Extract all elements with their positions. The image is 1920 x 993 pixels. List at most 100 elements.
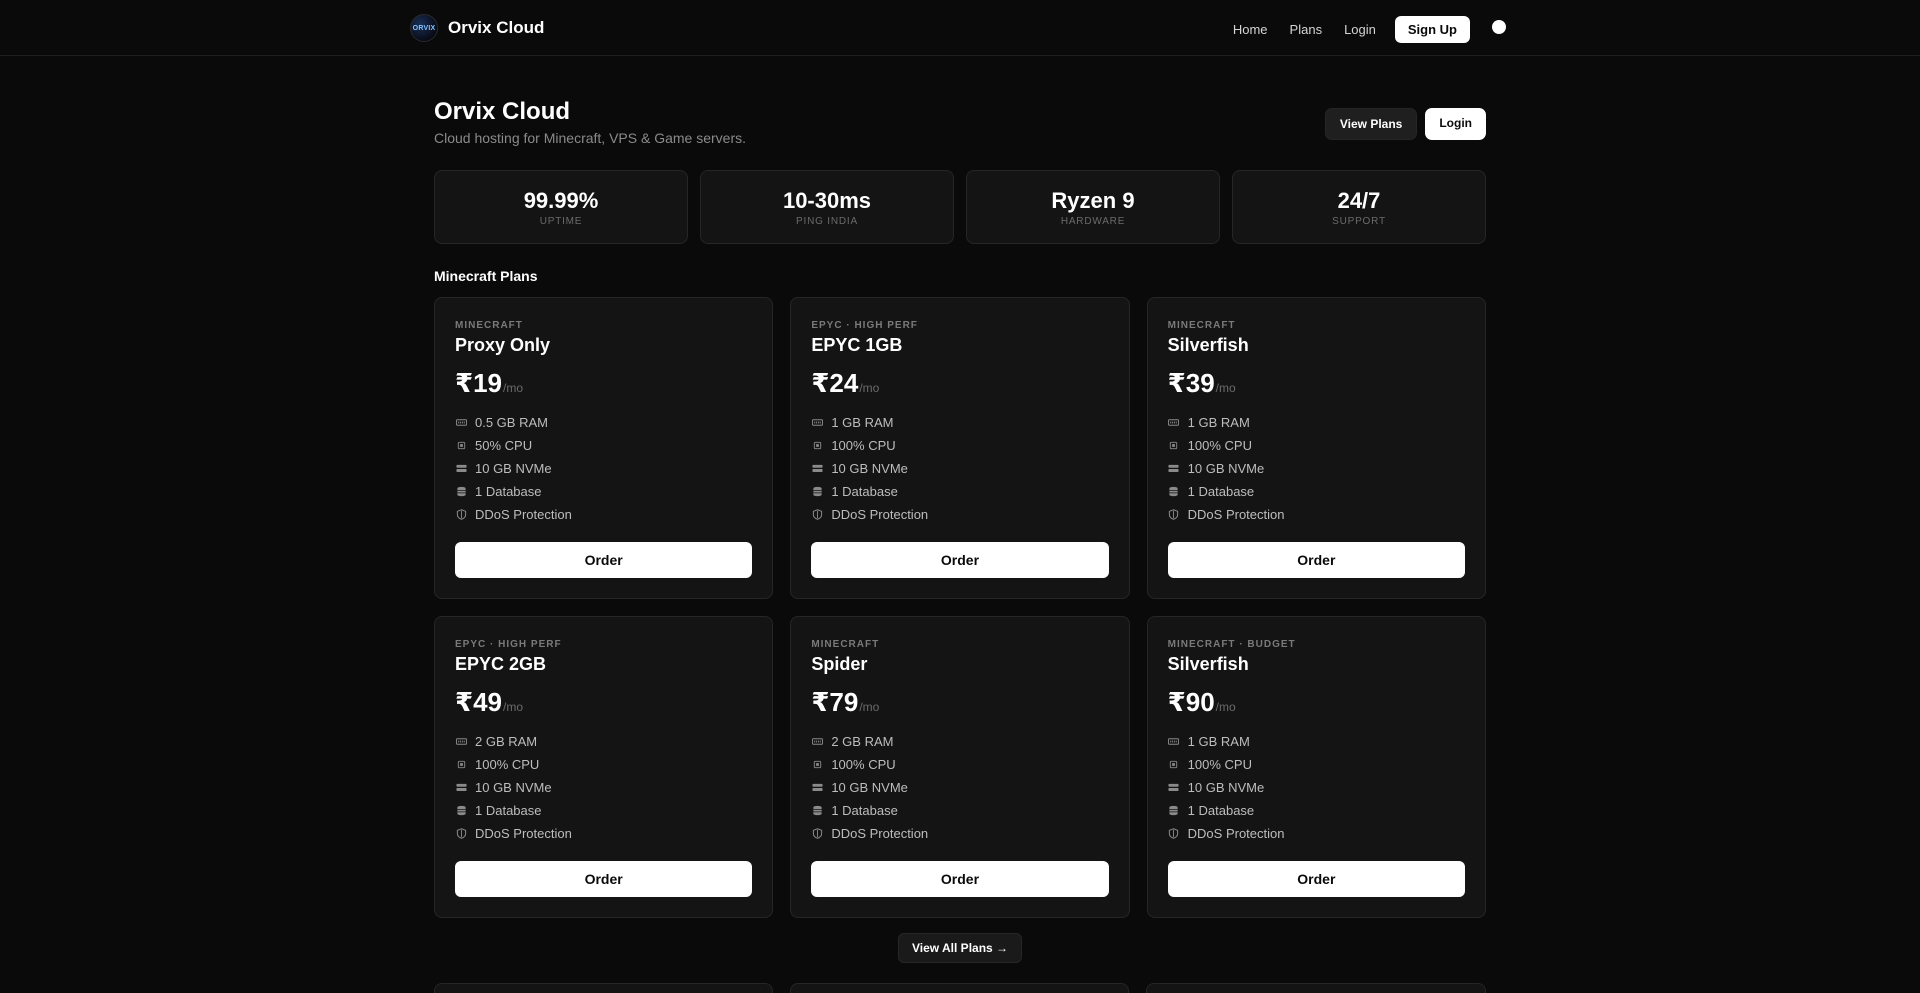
plan-card: MINECRAFT Proxy Only ₹19 /mo 0.5 GB RAM … bbox=[434, 297, 774, 599]
nav-link-login[interactable]: Login bbox=[1333, 18, 1387, 41]
plan-card-peek bbox=[434, 983, 773, 993]
memory-icon bbox=[811, 736, 823, 748]
hero-actions: View Plans Login bbox=[1324, 108, 1486, 140]
storage-icon bbox=[1168, 463, 1180, 475]
memory-icon bbox=[455, 736, 467, 748]
plan-feature: 1 GB RAM bbox=[811, 411, 1108, 434]
plan-feature: 1 Database bbox=[455, 480, 752, 503]
plan-feature: 1 Database bbox=[1168, 480, 1465, 503]
plan-feature-text: 1 GB RAM bbox=[831, 415, 894, 430]
plan-feature-text: 10 GB NVMe bbox=[1187, 461, 1265, 476]
plan-price: ₹19 /mo bbox=[455, 368, 752, 399]
plan-feature-text: 100% CPU bbox=[475, 757, 540, 772]
view-plans-button[interactable]: View Plans bbox=[1324, 108, 1418, 140]
plan-feature-text: 2 GB RAM bbox=[831, 734, 894, 749]
plan-feature: 10 GB NVMe bbox=[1168, 776, 1465, 799]
plan-feature: 10 GB NVMe bbox=[811, 776, 1108, 799]
plan-price-unit: /mo bbox=[859, 381, 880, 395]
plan-feature: 1 Database bbox=[811, 799, 1108, 822]
plan-price-amount: ₹90 bbox=[1167, 687, 1215, 717]
plan-feature: DDoS Protection bbox=[455, 822, 752, 845]
plan-feature-text: DDoS Protection bbox=[831, 507, 929, 522]
plan-tag: MINECRAFT bbox=[811, 639, 880, 650]
plan-features: 1 GB RAM 100% CPU 10 GB NVMe 1 Database … bbox=[1168, 411, 1465, 526]
order-button[interactable]: Order bbox=[811, 542, 1109, 578]
plan-card: MINECRAFT · BUDGET Silverfish ₹90 /mo 1 … bbox=[1146, 616, 1486, 918]
theme-toggle-icon[interactable] bbox=[1492, 20, 1506, 34]
plan-feature: 1 GB RAM bbox=[1168, 730, 1465, 753]
plan-feature-text: 1 Database bbox=[475, 803, 542, 818]
plan-feature: DDoS Protection bbox=[455, 503, 752, 526]
plan-tag: MINECRAFT · BUDGET bbox=[1167, 639, 1296, 650]
plan-name: EPYC 1GB bbox=[811, 335, 903, 355]
plan-feature-text: 1 GB RAM bbox=[1187, 734, 1250, 749]
plan-card: MINECRAFT Spider ₹79 /mo 2 GB RAM 100% C… bbox=[790, 616, 1130, 918]
cpu-icon bbox=[1168, 440, 1180, 452]
plan-price: ₹79 /mo bbox=[811, 687, 1108, 718]
plan-card: EPYC · HIGH PERF EPYC 1GB ₹24 /mo 1 GB R… bbox=[790, 297, 1130, 599]
plan-price-unit: /mo bbox=[503, 700, 524, 714]
plan-price: ₹90 /mo bbox=[1168, 687, 1465, 718]
plan-feature: 50% CPU bbox=[455, 434, 752, 457]
plan-feature-text: DDoS Protection bbox=[1187, 826, 1285, 841]
plan-feature-text: 1 Database bbox=[831, 803, 898, 818]
storage-icon bbox=[811, 463, 823, 475]
cpu-icon bbox=[455, 759, 467, 771]
brand[interactable]: ORVIX Orvix Cloud bbox=[410, 14, 544, 42]
plan-feature: 10 GB NVMe bbox=[455, 457, 752, 480]
plan-price: ₹39 /mo bbox=[1168, 368, 1465, 399]
order-button[interactable]: Order bbox=[811, 861, 1109, 897]
plans-grid: MINECRAFT Proxy Only ₹19 /mo 0.5 GB RAM … bbox=[434, 297, 1486, 918]
plan-price-amount: ₹79 bbox=[811, 687, 859, 717]
cpu-icon bbox=[1168, 759, 1180, 771]
database-icon bbox=[811, 486, 823, 498]
stat-value: 99.99% bbox=[523, 187, 599, 213]
shield-icon bbox=[1168, 828, 1180, 840]
plan-feature-text: 1 Database bbox=[475, 484, 542, 499]
logo-text: ORVIX bbox=[412, 24, 436, 32]
storage-icon bbox=[455, 782, 467, 794]
plan-feature-text: DDoS Protection bbox=[831, 826, 929, 841]
shield-icon bbox=[811, 828, 823, 840]
plan-price-unit: /mo bbox=[859, 700, 880, 714]
plan-card: EPYC · HIGH PERF EPYC 2GB ₹49 /mo 2 GB R… bbox=[434, 616, 774, 918]
plan-feature: 1 Database bbox=[455, 799, 752, 822]
nav-link-home[interactable]: Home bbox=[1222, 18, 1279, 41]
order-button[interactable]: Order bbox=[1167, 542, 1465, 578]
plan-feature: 100% CPU bbox=[1168, 434, 1465, 457]
plan-price-amount: ₹24 bbox=[811, 368, 859, 398]
plan-tag: EPYC · HIGH PERF bbox=[455, 639, 562, 650]
view-all-plans-button[interactable]: View All Plans → bbox=[898, 933, 1023, 963]
plan-feature-text: 10 GB NVMe bbox=[475, 780, 552, 795]
signup-button[interactable]: Sign Up bbox=[1394, 16, 1470, 43]
plan-name: EPYC 2GB bbox=[455, 654, 547, 674]
order-button[interactable]: Order bbox=[1167, 861, 1465, 897]
plan-price-amount: ₹39 bbox=[1167, 368, 1215, 398]
order-button[interactable]: Order bbox=[455, 542, 753, 578]
plan-feature: 10 GB NVMe bbox=[1168, 457, 1465, 480]
stat-support: 24/7 SUPPORT bbox=[1232, 170, 1486, 244]
memory-icon bbox=[455, 417, 467, 429]
plan-feature-text: 50% CPU bbox=[475, 438, 533, 453]
plan-feature: 10 GB NVMe bbox=[811, 457, 1108, 480]
plan-card-peek bbox=[790, 983, 1129, 993]
plan-features: 1 GB RAM 100% CPU 10 GB NVMe 1 Database … bbox=[811, 411, 1108, 526]
stat-ping: 10-30ms PING INDIA bbox=[700, 170, 954, 244]
nav-link-plans[interactable]: Plans bbox=[1279, 18, 1334, 41]
plan-feature: DDoS Protection bbox=[811, 503, 1108, 526]
brand-logo-icon: ORVIX bbox=[410, 14, 438, 42]
plan-name: Silverfish bbox=[1167, 335, 1249, 355]
plan-tag: MINECRAFT bbox=[1167, 320, 1236, 331]
plan-feature-text: 1 GB RAM bbox=[1187, 415, 1250, 430]
plan-price: ₹49 /mo bbox=[455, 687, 752, 718]
plan-card-peek bbox=[1146, 983, 1486, 993]
plan-features: 2 GB RAM 100% CPU 10 GB NVMe 1 Database … bbox=[455, 730, 752, 845]
login-button[interactable]: Login bbox=[1425, 108, 1486, 140]
memory-icon bbox=[1168, 736, 1180, 748]
shield-icon bbox=[455, 509, 467, 521]
plan-feature-text: 100% CPU bbox=[1187, 757, 1252, 772]
order-button[interactable]: Order bbox=[455, 861, 753, 897]
brand-name: Orvix Cloud bbox=[448, 18, 545, 37]
plan-price-unit: /mo bbox=[1215, 700, 1236, 714]
plan-feature-text: 10 GB NVMe bbox=[831, 780, 908, 795]
